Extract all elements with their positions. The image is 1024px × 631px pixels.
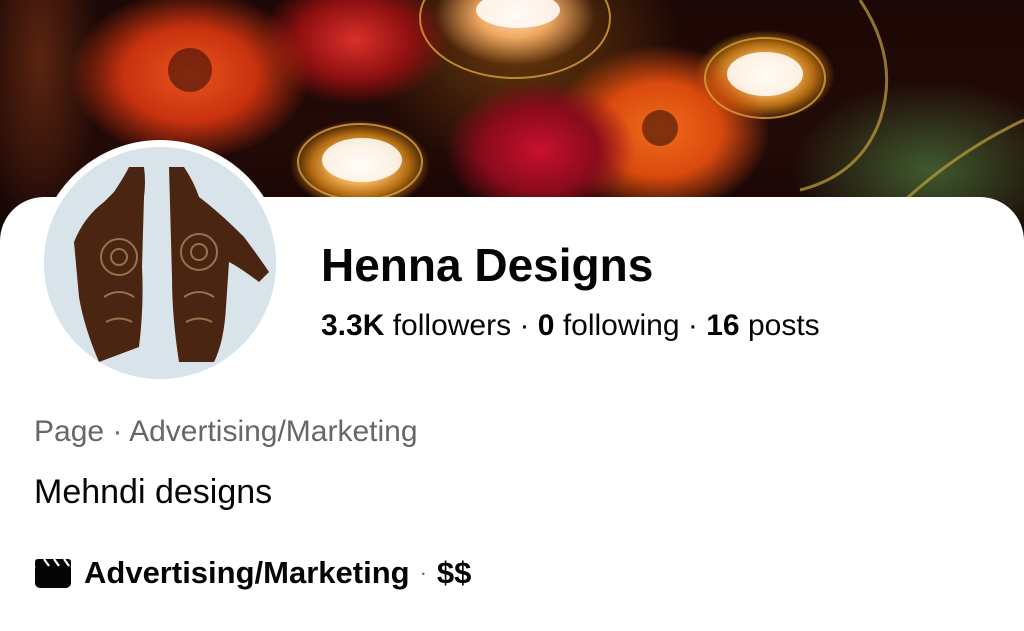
info-category: Advertising/Marketing — [84, 555, 410, 590]
followers-count[interactable]: 3.3K — [321, 309, 384, 342]
following-count[interactable]: 0 — [538, 309, 555, 342]
page-info-row: Advertising/Marketing · $$ — [34, 553, 471, 593]
profile-avatar[interactable] — [37, 140, 283, 386]
posts-label: posts — [747, 309, 820, 342]
clapperboard-icon — [35, 558, 71, 588]
stats-separator: · — [519, 309, 530, 342]
henna-hands-image — [44, 147, 276, 379]
info-separator: · — [419, 560, 427, 585]
page-category-line: Page · Advertising/Marketing — [34, 415, 418, 448]
page-intro: Mehndi designs — [34, 473, 273, 511]
page-title: Henna Designs — [321, 239, 654, 291]
following-label[interactable]: following — [563, 309, 680, 342]
followers-label[interactable]: followers — [393, 309, 511, 342]
profile-stats: 3.3K followers · 0 following · 16 posts — [321, 308, 820, 344]
posts-count: 16 — [706, 309, 740, 342]
stats-separator: · — [687, 309, 698, 342]
price-range: $$ — [436, 555, 472, 590]
